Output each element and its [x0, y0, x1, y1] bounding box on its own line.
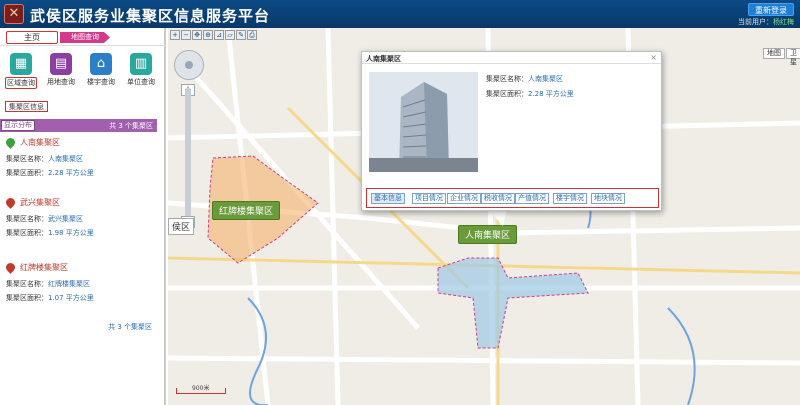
building-photo — [369, 72, 478, 172]
land-query-button[interactable]: ▤ 用地查询 — [42, 53, 80, 93]
app-title: 武侯区服务业集聚区信息服务平台 — [30, 7, 271, 25]
map-pin-icon — [4, 136, 17, 149]
distribution-count: 共 3 个集聚区 — [109, 122, 153, 130]
footer-count: 共 3 个集聚区 — [108, 323, 152, 331]
zone-name-value: 人南集聚区 — [48, 155, 83, 163]
zone-name-value: 红牌楼集聚区 — [48, 280, 90, 288]
popup-divider — [362, 63, 661, 64]
zone-name-value: 武兴集聚区 — [48, 215, 83, 223]
zone-area-line: 集聚区面积：2.28 平方公里 — [6, 168, 94, 178]
tab-enterprises[interactable]: 企业情况 — [447, 193, 481, 204]
zone-name-label: 集聚区名称： — [6, 280, 48, 288]
popup-tabs: 基本信息 项目情况 企业情况 税收情况 产值情况 楼宇情况 地块情况 — [366, 188, 659, 208]
building-query-label: 楼宇查询 — [87, 78, 115, 86]
zone-area-label: 集聚区面积： — [6, 229, 48, 237]
land-icon: ▤ — [50, 53, 72, 75]
zone-area-label: 集聚区面积： — [6, 294, 48, 302]
popup-area-value: 2.28 平方公里 — [528, 90, 574, 98]
zone-area-line: 集聚区面积：1.98 平方公里 — [6, 228, 94, 238]
print-icon[interactable]: ⎙ — [247, 30, 257, 40]
clear-icon[interactable]: ✎ — [236, 30, 246, 40]
map-label-rennan[interactable]: 人南集聚区 — [458, 225, 518, 244]
region-label: 侯区 — [168, 218, 195, 235]
pan-icon[interactable]: ✥ — [192, 30, 202, 40]
scale-bar — [176, 388, 226, 394]
popup-name-label: 集聚区名称： — [486, 75, 528, 83]
zone-area-value: 2.28 平方公里 — [48, 169, 94, 177]
zoom-slider[interactable] — [185, 88, 191, 218]
zone-name-line: 集聚区名称：人南集聚区 — [6, 154, 83, 164]
tab-land-parcels[interactable]: 地块情况 — [591, 193, 625, 204]
popup-name-field: 集聚区名称：人南集聚区 — [486, 74, 563, 84]
relogin-button[interactable]: 重新登录 — [748, 3, 794, 16]
tab-tax[interactable]: 税收情况 — [481, 193, 515, 204]
tab-buildings[interactable]: 楼宇情况 — [553, 193, 587, 204]
zone-name[interactable]: 人南集聚区 — [20, 137, 60, 148]
tab-basic-info[interactable]: 基本信息 — [371, 193, 405, 204]
building-icon: ⌂ — [90, 53, 112, 75]
zone-name-label: 集聚区名称： — [6, 215, 48, 223]
zone-area-line: 集聚区面积：1.07 平方公里 — [6, 293, 94, 303]
zone-name[interactable]: 武兴集聚区 — [20, 197, 60, 208]
tab-home[interactable]: 主页 — [6, 31, 58, 44]
zone-name-line: 集聚区名称：武兴集聚区 — [6, 214, 83, 224]
map-toolbar: + − ✥ ⊕ ⊿ ▱ ✎ ⎙ — [170, 30, 258, 40]
tab-output[interactable]: 产值情况 — [515, 193, 549, 204]
zone-name-label: 集聚区名称： — [6, 155, 48, 163]
company-query-button[interactable]: ▥ 单位查询 — [122, 53, 160, 93]
rennan-cluster-area[interactable] — [437, 257, 589, 349]
company-query-label: 单位查询 — [127, 78, 155, 86]
zone-name[interactable]: 红牌楼集聚区 — [20, 262, 68, 273]
pan-center-icon — [185, 61, 193, 69]
building-photo-art — [369, 72, 478, 172]
app-root: ✕ 武侯区服务业集聚区信息服务平台 重新登录 当前用户：杨红梅 主页 地图查询 … — [0, 0, 800, 405]
show-distribution-button[interactable]: 显示分布 — [1, 120, 35, 131]
region-query-label: 区域查询 — [5, 77, 37, 89]
measure-distance-icon[interactable]: ⊿ — [214, 30, 224, 40]
close-icon[interactable]: × — [650, 53, 657, 62]
current-user-label: 当前用户： — [738, 18, 773, 26]
satellite-type-button[interactable]: 卫星 — [786, 48, 800, 66]
map-pin-icon — [4, 196, 17, 209]
land-query-label: 用地查询 — [47, 78, 75, 86]
measure-area-icon[interactable]: ▱ — [225, 30, 235, 40]
zone-item[interactable]: 红牌楼集聚区 集聚区名称：红牌楼集聚区 集聚区面积：1.07 平方公里 — [4, 261, 156, 313]
region-query-button[interactable]: ▦ 区域查询 — [2, 53, 40, 93]
building-query-button[interactable]: ⌂ 楼宇查询 — [82, 53, 120, 93]
logo-icon: ✕ — [4, 4, 24, 24]
map-label-hongpailou[interactable]: 红牌楼集聚区 — [212, 201, 281, 220]
map-type-button[interactable]: 地图 — [763, 48, 785, 59]
zone-area-value: 1.07 平方公里 — [48, 294, 94, 302]
tab-projects[interactable]: 项目情况 — [412, 193, 446, 204]
grid-icon: ▦ — [10, 53, 32, 75]
current-user-name[interactable]: 杨红梅 — [773, 18, 794, 26]
full-extent-icon[interactable]: ⊕ — [203, 30, 213, 40]
sidebar-tabs: 主页 地图查询 — [0, 28, 166, 46]
header-bar: ✕ 武侯区服务业集聚区信息服务平台 重新登录 当前用户：杨红梅 — [0, 0, 800, 28]
sidebar: 主页 地图查询 ▦ 区域查询 ▤ 用地查询 ⌂ 楼宇查询 ▥ 单位查询 集聚区信… — [0, 28, 166, 405]
zoom-in-icon[interactable]: + — [170, 30, 180, 40]
zone-name-line: 集聚区名称：红牌楼集聚区 — [6, 279, 90, 289]
zone-area-value: 1.98 平方公里 — [48, 229, 94, 237]
distribution-bar: 显示分布 共 3 个集聚区 — [0, 119, 157, 132]
popup-pointer — [489, 210, 507, 226]
map-pin-icon — [4, 261, 17, 274]
popup-area-field: 集聚区面积：2.28 平方公里 — [486, 89, 574, 99]
popup-name-value: 人南集聚区 — [528, 75, 563, 83]
zone-item[interactable]: 武兴集聚区 集聚区名称：武兴集聚区 集聚区面积：1.98 平方公里 — [4, 196, 156, 248]
company-icon: ▥ — [130, 53, 152, 75]
popup-area-label: 集聚区面积： — [486, 90, 528, 98]
current-user: 当前用户：杨红梅 — [738, 17, 794, 27]
query-buttons: ▦ 区域查询 ▤ 用地查询 ⌂ 楼宇查询 ▥ 单位查询 — [0, 53, 166, 93]
pan-control[interactable] — [174, 50, 204, 80]
cluster-info-button[interactable]: 集聚区信息 — [5, 101, 48, 112]
zoom-out-icon[interactable]: − — [181, 30, 191, 40]
info-popup: 人南集聚区 × 集聚区名称：人南集聚区 集聚区面积：2.28 平方公里 基本信息… — [361, 51, 662, 211]
zone-item[interactable]: 人南集聚区 集聚区名称：人南集聚区 集聚区面积：2.28 平方公里 — [4, 136, 156, 188]
zone-area-label: 集聚区面积： — [6, 169, 48, 177]
tab-map-query[interactable]: 地图查询 — [60, 32, 110, 43]
